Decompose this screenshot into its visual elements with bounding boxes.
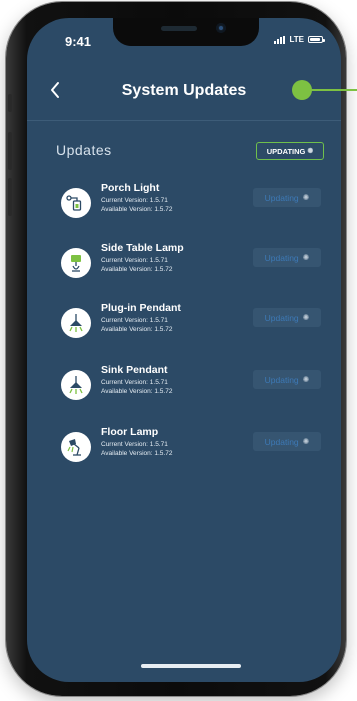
current-version: Current Version: 1.5.71 — [101, 197, 168, 204]
updating-label: Updating — [264, 312, 299, 323]
current-version: Current Version: 1.5.71 — [101, 379, 168, 386]
pendant-icon — [61, 370, 91, 400]
updating-label: Updating — [264, 436, 299, 447]
callout-line — [310, 89, 357, 91]
spinner-icon: ✺ — [302, 375, 310, 384]
battery-icon — [308, 36, 325, 43]
device-name: Plug-in Pendant — [101, 302, 181, 314]
porch-light-icon — [61, 188, 91, 218]
updating-label: Updating — [264, 192, 299, 203]
updating-all-button[interactable]: UPDATING ✺ — [256, 142, 324, 160]
status-indicators: LTE — [274, 35, 325, 44]
mute-switch — [8, 94, 12, 112]
current-version: Current Version: 1.5.71 — [101, 317, 168, 324]
current-version: Current Version: 1.5.71 — [101, 441, 168, 448]
updating-button[interactable]: Updating ✺ — [253, 188, 321, 207]
available-version: Available Version: 1.5.72 — [101, 388, 173, 395]
pendant-icon — [61, 308, 91, 338]
updating-button[interactable]: Updating ✺ — [253, 248, 321, 267]
list-item: Porch Light Current Version: 1.5.71 Avai… — [61, 182, 325, 224]
list-item: Sink Pendant Current Version: 1.5.71 Ava… — [61, 364, 325, 406]
header-divider — [27, 120, 341, 121]
current-version: Current Version: 1.5.71 — [101, 257, 168, 264]
callout-dot — [292, 80, 312, 100]
spinner-icon: ✺ — [302, 193, 310, 202]
list-item: Plug-in Pendant Current Version: 1.5.71 … — [61, 302, 325, 344]
device-name: Side Table Lamp — [101, 242, 184, 254]
updating-label: Updating — [264, 252, 299, 263]
table-lamp-icon — [61, 248, 91, 278]
volume-down-button — [8, 178, 12, 216]
updating-label: Updating — [264, 374, 299, 385]
app-screen: 9:41 LTE System Updates Updates UPDATING… — [27, 18, 341, 682]
spinner-icon: ✺ — [307, 148, 314, 155]
spinner-icon: ✺ — [302, 313, 310, 322]
signal-icon — [274, 35, 286, 44]
device-name: Porch Light — [101, 182, 160, 194]
updating-button[interactable]: Updating ✺ — [253, 308, 321, 327]
available-version: Available Version: 1.5.72 — [101, 206, 173, 213]
volume-up-button — [8, 132, 12, 170]
list-item: Floor Lamp Current Version: 1.5.71 Avail… — [61, 426, 325, 468]
network-label: LTE — [289, 35, 304, 44]
updates-heading: Updates — [56, 142, 112, 158]
floor-lamp-icon — [61, 432, 91, 462]
device-name: Floor Lamp — [101, 426, 159, 438]
home-indicator[interactable] — [141, 664, 241, 668]
updating-all-label: UPDATING — [266, 146, 306, 156]
updating-button[interactable]: Updating ✺ — [253, 432, 321, 451]
phone-frame: 9:41 LTE System Updates Updates UPDATING… — [6, 2, 346, 696]
device-name: Sink Pendant — [101, 364, 168, 376]
spinner-icon: ✺ — [302, 437, 310, 446]
speaker — [161, 26, 197, 31]
status-time: 9:41 — [65, 34, 92, 49]
camera — [216, 23, 226, 33]
notch — [113, 18, 259, 46]
available-version: Available Version: 1.5.72 — [101, 326, 173, 333]
list-item: Side Table Lamp Current Version: 1.5.71 … — [61, 242, 325, 284]
available-version: Available Version: 1.5.72 — [101, 450, 173, 457]
available-version: Available Version: 1.5.72 — [101, 266, 173, 273]
spinner-icon: ✺ — [302, 253, 310, 262]
updating-button[interactable]: Updating ✺ — [253, 370, 321, 389]
